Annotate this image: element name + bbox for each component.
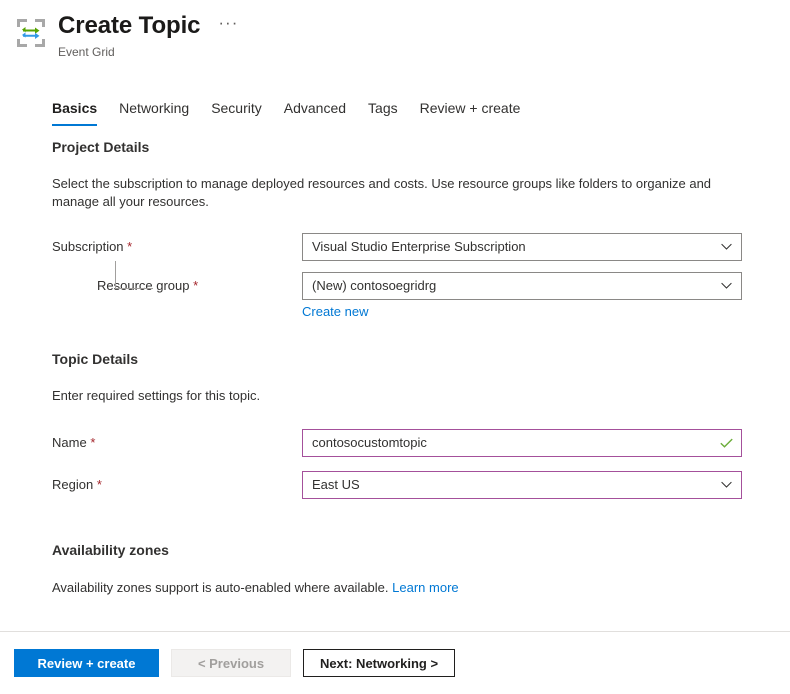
section-description-availability-zones: Availability zones support is auto-enabl… (52, 579, 712, 597)
required-marker-subscription: * (127, 239, 133, 254)
control-wrap-subscription: Visual Studio Enterprise Subscription (302, 233, 742, 261)
section-heading-availability-zones: Availability zones (52, 542, 169, 558)
region-dropdown[interactable]: East US (302, 471, 742, 499)
label-resource-group: Resource group * (52, 272, 302, 300)
required-marker-name: * (90, 435, 96, 450)
label-subscription-text: Subscription (52, 239, 124, 254)
tab-networking[interactable]: Networking (108, 99, 200, 126)
name-input[interactable]: contosocustomtopic (302, 429, 742, 457)
page-title: Create Topic (58, 12, 201, 39)
region-value: East US (312, 477, 360, 492)
section-description-project-details: Select the subscription to manage deploy… (52, 176, 712, 209)
name-value: contosocustomtopic (312, 435, 427, 450)
section-heading-topic-details: Topic Details (52, 351, 139, 367)
title-row: Create Topic ··· (58, 10, 242, 42)
section-description-topic-details: Enter required settings for this topic. (52, 388, 261, 403)
chevron-down-icon (721, 481, 732, 488)
create-new-resource-group-link[interactable]: Create new (302, 303, 368, 321)
blade-subtitle: Event Grid (58, 45, 115, 59)
availability-zones-text: Availability zones support is auto-enabl… (52, 580, 389, 595)
create-topic-blade: Create Topic ··· Event Grid Basics Netwo… (0, 0, 790, 694)
resource-group-dropdown[interactable]: (New) contosoegridrg (302, 272, 742, 300)
field-row-subscription: Subscription * Visual Studio Enterprise … (52, 233, 790, 261)
section-heading-project-details: Project Details (52, 139, 150, 155)
field-row-region: Region * East US (52, 471, 790, 499)
control-wrap-name: contosocustomtopic (302, 429, 742, 457)
action-bar: Review + create < Previous Next: Network… (0, 632, 790, 694)
label-region: Region * (52, 471, 302, 499)
tab-review-create[interactable]: Review + create (409, 99, 532, 126)
subscription-value: Visual Studio Enterprise Subscription (312, 239, 526, 254)
required-marker-region: * (96, 477, 102, 492)
resource-group-value: (New) contosoegridrg (312, 278, 437, 293)
checkmark-valid-icon (720, 438, 733, 448)
tab-bar: Basics Networking Security Advanced Tags… (52, 99, 531, 126)
chevron-down-icon (721, 282, 732, 289)
tab-security[interactable]: Security (200, 99, 273, 126)
tab-basics[interactable]: Basics (52, 99, 108, 126)
control-wrap-resource-group: (New) contosoegridrg Create new (302, 272, 742, 321)
event-grid-icon (17, 19, 45, 47)
field-row-name: Name * contosocustomtopic (52, 429, 790, 457)
tab-tags[interactable]: Tags (357, 99, 409, 126)
chevron-down-icon (721, 243, 732, 250)
basics-form: Project Details Select the subscription … (0, 138, 790, 597)
label-resource-group-text: Resource group (97, 278, 190, 293)
blade-header: Create Topic ··· Event Grid (0, 0, 790, 74)
label-name-text: Name (52, 435, 87, 450)
required-marker-resource-group: * (193, 278, 199, 293)
label-region-text: Region (52, 477, 94, 492)
more-options-icon[interactable]: ··· (214, 14, 242, 38)
next-networking-button[interactable]: Next: Networking > (303, 649, 455, 677)
availability-zones-learn-more-link[interactable]: Learn more (392, 580, 458, 595)
field-row-resource-group: Resource group * (New) contosoegridrg Cr… (52, 261, 790, 321)
control-wrap-region: East US (302, 471, 742, 499)
previous-button: < Previous (171, 649, 291, 677)
subscription-dropdown[interactable]: Visual Studio Enterprise Subscription (302, 233, 742, 261)
header-text-group: Create Topic ··· Event Grid (58, 10, 242, 60)
label-name: Name * (52, 429, 302, 457)
review-create-button[interactable]: Review + create (14, 649, 159, 677)
tab-advanced[interactable]: Advanced (273, 99, 357, 126)
label-subscription: Subscription * (52, 233, 302, 261)
